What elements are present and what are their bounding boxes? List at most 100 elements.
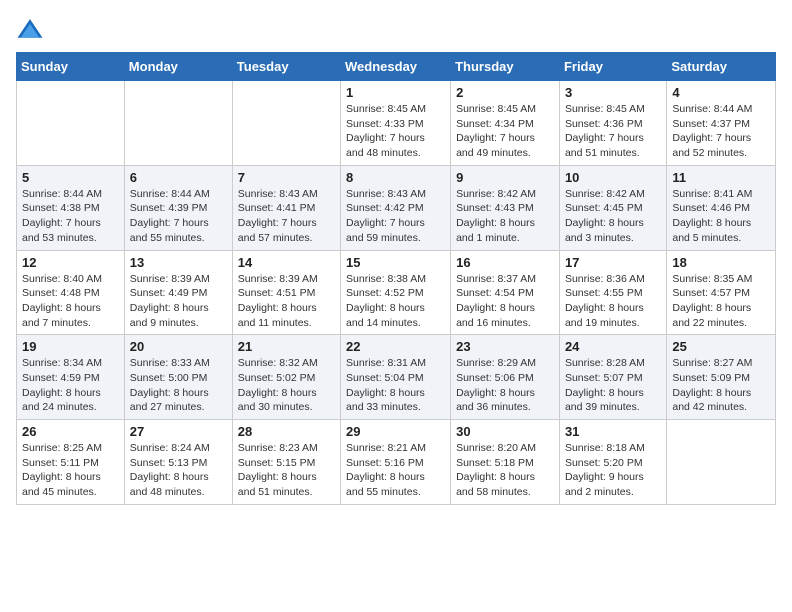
day-number: 25	[672, 339, 770, 354]
day-cell-10: 10Sunrise: 8:42 AM Sunset: 4:45 PM Dayli…	[559, 165, 666, 250]
day-info: Sunrise: 8:33 AM Sunset: 5:00 PM Dayligh…	[130, 356, 227, 415]
day-info: Sunrise: 8:42 AM Sunset: 4:45 PM Dayligh…	[565, 187, 661, 246]
day-cell-28: 28 Sunrise: 8:23 AM Sunset: 5:15 PM Dayli…	[232, 420, 340, 505]
header-day-sunday: Sunday	[17, 53, 125, 81]
day-cell-13: 13 Sunrise: 8:39 AM Sunset: 4:49 PM Dayli…	[124, 250, 232, 335]
day-cell-24: 24 Sunrise: 8:28 AM Sunset: 5:07 PM Dayli…	[559, 335, 666, 420]
header-day-tuesday: Tuesday	[232, 53, 340, 81]
empty-cell	[17, 81, 125, 166]
day-info: Sunrise: 8:45 AM Sunset: 4:33 PM Dayligh…	[346, 102, 445, 161]
day-info: Sunrise: 8:18 AM Sunset: 5:20 PM Dayligh…	[565, 441, 661, 500]
day-cell-21: 21 Sunrise: 8:32 AM Sunset: 5:02 PM Dayli…	[232, 335, 340, 420]
day-info: Sunrise: 8:37 AM Sunset: 4:54 PM Dayligh…	[456, 272, 554, 331]
day-info: Sunrise: 8:31 AM Sunset: 5:04 PM Dayligh…	[346, 356, 445, 415]
day-cell-16: 16 Sunrise: 8:37 AM Sunset: 4:54 PM Dayli…	[451, 250, 560, 335]
day-number: 7	[238, 170, 335, 185]
day-info: Sunrise: 8:28 AM Sunset: 5:07 PM Dayligh…	[565, 356, 661, 415]
day-info: Sunrise: 8:25 AM Sunset: 5:11 PM Dayligh…	[22, 441, 119, 500]
day-info: Sunrise: 8:44 AM Sunset: 4:38 PM Dayligh…	[22, 187, 119, 246]
day-number: 29	[346, 424, 445, 439]
day-cell-25: 25 Sunrise: 8:27 AM Sunset: 5:09 PM Dayli…	[667, 335, 776, 420]
day-number: 22	[346, 339, 445, 354]
day-info: Sunrise: 8:29 AM Sunset: 5:06 PM Dayligh…	[456, 356, 554, 415]
day-number: 23	[456, 339, 554, 354]
week-row-3: 12 Sunrise: 8:40 AM Sunset: 4:48 PM Dayli…	[17, 250, 776, 335]
day-info: Sunrise: 8:34 AM Sunset: 4:59 PM Dayligh…	[22, 356, 119, 415]
week-row-2: 5 Sunrise: 8:44 AM Sunset: 4:38 PM Daylig…	[17, 165, 776, 250]
day-cell-3: 3 Sunrise: 8:45 AM Sunset: 4:36 PM Daylig…	[559, 81, 666, 166]
header-row: SundayMondayTuesdayWednesdayThursdayFrid…	[17, 53, 776, 81]
day-number: 26	[22, 424, 119, 439]
header-day-saturday: Saturday	[667, 53, 776, 81]
day-number: 6	[130, 170, 227, 185]
calendar-table: SundayMondayTuesdayWednesdayThursdayFrid…	[16, 52, 776, 505]
logo	[16, 16, 48, 44]
day-cell-27: 27 Sunrise: 8:24 AM Sunset: 5:13 PM Dayli…	[124, 420, 232, 505]
day-info: Sunrise: 8:36 AM Sunset: 4:55 PM Dayligh…	[565, 272, 661, 331]
day-cell-14: 14Sunrise: 8:39 AM Sunset: 4:51 PM Dayli…	[232, 250, 340, 335]
day-info: Sunrise: 8:39 AM Sunset: 4:51 PM Dayligh…	[238, 272, 335, 331]
day-info: Sunrise: 8:42 AM Sunset: 4:43 PM Dayligh…	[456, 187, 554, 246]
day-info: Sunrise: 8:44 AM Sunset: 4:39 PM Dayligh…	[130, 187, 227, 246]
day-number: 12	[22, 255, 119, 270]
empty-cell	[124, 81, 232, 166]
day-info: Sunrise: 8:41 AM Sunset: 4:46 PM Dayligh…	[672, 187, 770, 246]
day-info: Sunrise: 8:45 AM Sunset: 4:36 PM Dayligh…	[565, 102, 661, 161]
day-info: Sunrise: 8:27 AM Sunset: 5:09 PM Dayligh…	[672, 356, 770, 415]
day-number: 28	[238, 424, 335, 439]
day-cell-7: 7Sunrise: 8:43 AM Sunset: 4:41 PM Daylig…	[232, 165, 340, 250]
day-number: 4	[672, 85, 770, 100]
day-cell-8: 8 Sunrise: 8:43 AM Sunset: 4:42 PM Daylig…	[341, 165, 451, 250]
empty-cell	[232, 81, 340, 166]
day-number: 2	[456, 85, 554, 100]
day-number: 17	[565, 255, 661, 270]
day-cell-20: 20Sunrise: 8:33 AM Sunset: 5:00 PM Dayli…	[124, 335, 232, 420]
day-number: 16	[456, 255, 554, 270]
day-number: 1	[346, 85, 445, 100]
day-number: 3	[565, 85, 661, 100]
day-cell-2: 2 Sunrise: 8:45 AM Sunset: 4:34 PM Daylig…	[451, 81, 560, 166]
day-cell-31: 31 Sunrise: 8:18 AM Sunset: 5:20 PM Dayli…	[559, 420, 666, 505]
day-cell-12: 12 Sunrise: 8:40 AM Sunset: 4:48 PM Dayli…	[17, 250, 125, 335]
day-info: Sunrise: 8:20 AM Sunset: 5:18 PM Dayligh…	[456, 441, 554, 500]
day-number: 8	[346, 170, 445, 185]
week-row-1: 1 Sunrise: 8:45 AM Sunset: 4:33 PM Daylig…	[17, 81, 776, 166]
day-info: Sunrise: 8:21 AM Sunset: 5:16 PM Dayligh…	[346, 441, 445, 500]
empty-cell	[667, 420, 776, 505]
day-cell-19: 19Sunrise: 8:34 AM Sunset: 4:59 PM Dayli…	[17, 335, 125, 420]
day-cell-29: 29 Sunrise: 8:21 AM Sunset: 5:16 PM Dayli…	[341, 420, 451, 505]
day-number: 18	[672, 255, 770, 270]
day-cell-9: 9 Sunrise: 8:42 AM Sunset: 4:43 PM Daylig…	[451, 165, 560, 250]
day-info: Sunrise: 8:44 AM Sunset: 4:37 PM Dayligh…	[672, 102, 770, 161]
day-number: 27	[130, 424, 227, 439]
day-number: 13	[130, 255, 227, 270]
day-info: Sunrise: 8:40 AM Sunset: 4:48 PM Dayligh…	[22, 272, 119, 331]
page-header	[16, 16, 776, 44]
day-info: Sunrise: 8:43 AM Sunset: 4:42 PM Dayligh…	[346, 187, 445, 246]
logo-icon	[16, 16, 44, 44]
day-info: Sunrise: 8:35 AM Sunset: 4:57 PM Dayligh…	[672, 272, 770, 331]
day-number: 9	[456, 170, 554, 185]
day-cell-6: 6 Sunrise: 8:44 AM Sunset: 4:39 PM Daylig…	[124, 165, 232, 250]
day-cell-18: 18 Sunrise: 8:35 AM Sunset: 4:57 PM Dayli…	[667, 250, 776, 335]
day-cell-23: 23 Sunrise: 8:29 AM Sunset: 5:06 PM Dayli…	[451, 335, 560, 420]
day-info: Sunrise: 8:24 AM Sunset: 5:13 PM Dayligh…	[130, 441, 227, 500]
day-info: Sunrise: 8:32 AM Sunset: 5:02 PM Dayligh…	[238, 356, 335, 415]
day-number: 24	[565, 339, 661, 354]
day-number: 15	[346, 255, 445, 270]
day-cell-15: 15Sunrise: 8:38 AM Sunset: 4:52 PM Dayli…	[341, 250, 451, 335]
day-number: 31	[565, 424, 661, 439]
day-cell-17: 17 Sunrise: 8:36 AM Sunset: 4:55 PM Dayli…	[559, 250, 666, 335]
day-cell-11: 11Sunrise: 8:41 AM Sunset: 4:46 PM Dayli…	[667, 165, 776, 250]
day-cell-26: 26 Sunrise: 8:25 AM Sunset: 5:11 PM Dayli…	[17, 420, 125, 505]
header-day-wednesday: Wednesday	[341, 53, 451, 81]
day-info: Sunrise: 8:45 AM Sunset: 4:34 PM Dayligh…	[456, 102, 554, 161]
day-number: 5	[22, 170, 119, 185]
day-info: Sunrise: 8:39 AM Sunset: 4:49 PM Dayligh…	[130, 272, 227, 331]
day-number: 21	[238, 339, 335, 354]
day-info: Sunrise: 8:23 AM Sunset: 5:15 PM Dayligh…	[238, 441, 335, 500]
header-day-monday: Monday	[124, 53, 232, 81]
week-row-4: 19Sunrise: 8:34 AM Sunset: 4:59 PM Dayli…	[17, 335, 776, 420]
day-cell-5: 5 Sunrise: 8:44 AM Sunset: 4:38 PM Daylig…	[17, 165, 125, 250]
day-cell-30: 30Sunrise: 8:20 AM Sunset: 5:18 PM Dayli…	[451, 420, 560, 505]
